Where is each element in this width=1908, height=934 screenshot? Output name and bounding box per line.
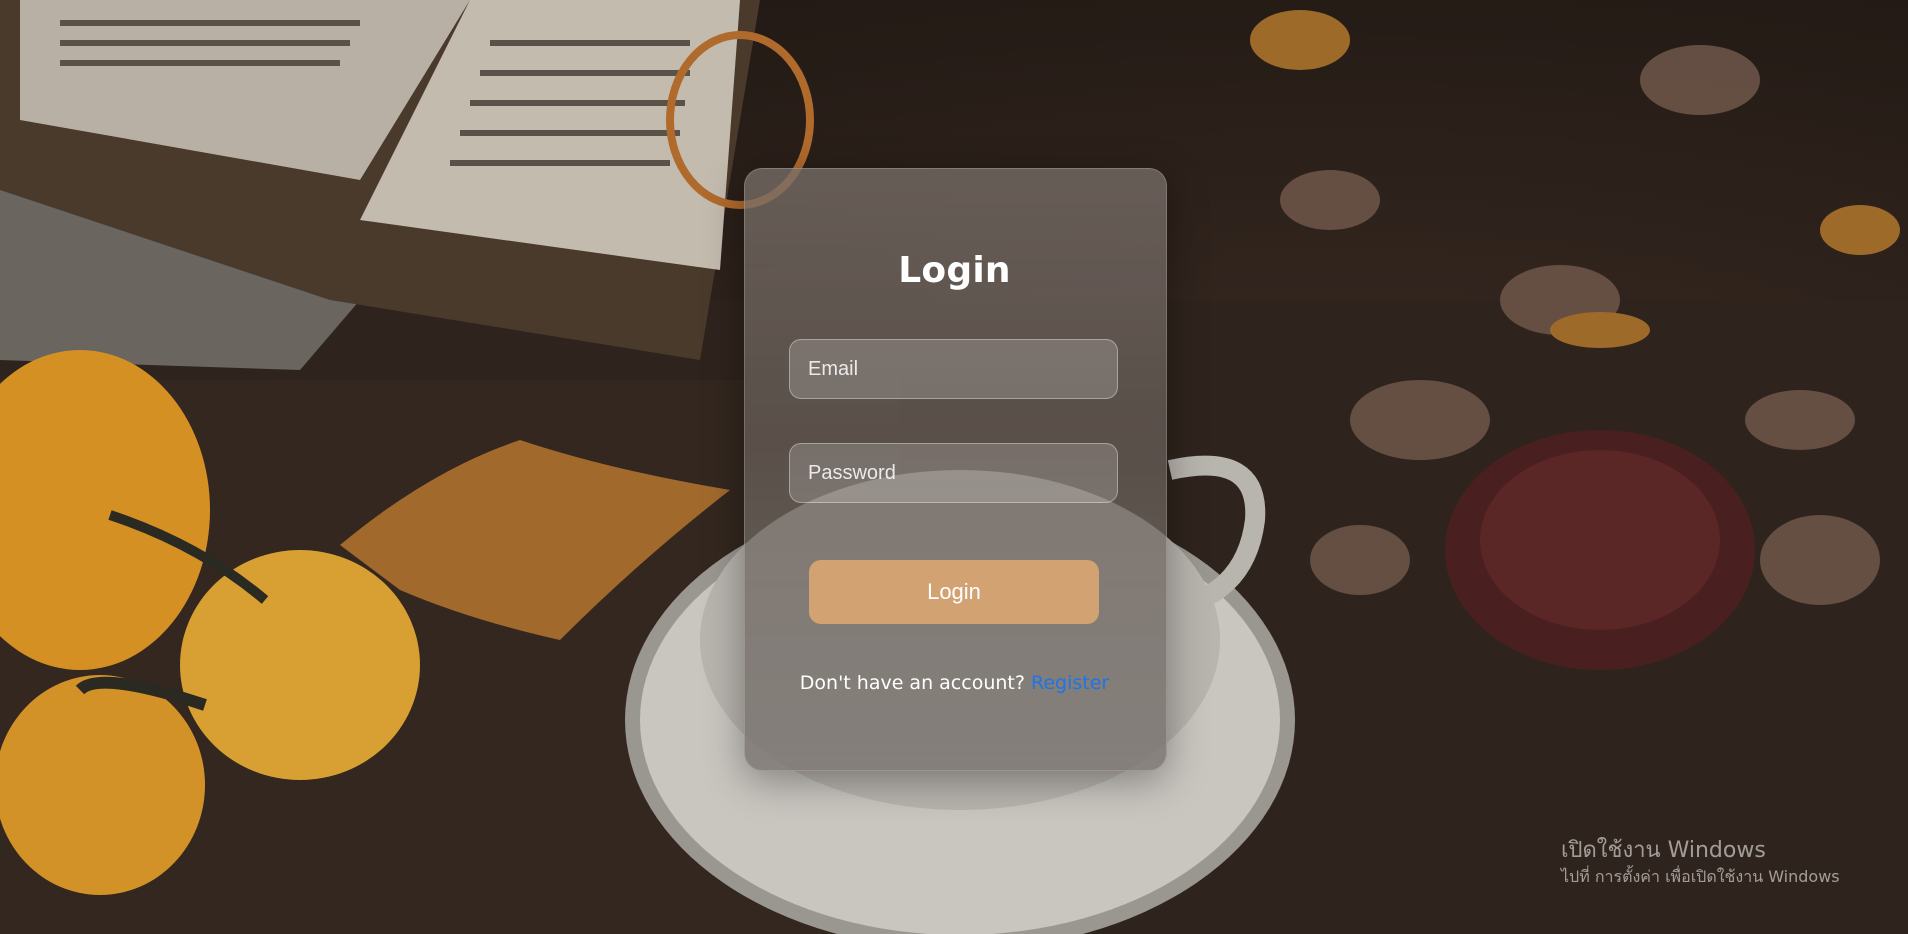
register-link[interactable]: Register: [1031, 672, 1109, 694]
register-prompt-text: Don't have an account?: [799, 672, 1025, 694]
password-field[interactable]: [789, 443, 1118, 503]
windows-activation-watermark: เปิดใช้งาน Windows ไปที่ การตั้งค่า เพื่…: [1561, 836, 1840, 888]
login-button[interactable]: Login: [809, 560, 1099, 624]
page-background: Login Login Don't have an account? Regis…: [0, 0, 1908, 934]
watermark-subtitle: ไปที่ การตั้งค่า เพื่อเปิดใช้งาน Windows: [1561, 867, 1840, 886]
email-field[interactable]: [789, 339, 1118, 399]
register-prompt-line: Don't have an account? Register: [744, 672, 1165, 694]
watermark-title: เปิดใช้งาน Windows: [1561, 838, 1766, 863]
login-title: Login: [898, 250, 1011, 291]
